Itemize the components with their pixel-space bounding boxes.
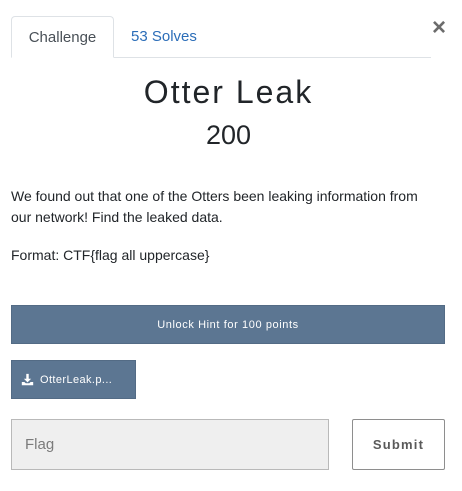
challenge-description: We found out that one of the Otters been… — [11, 188, 418, 225]
flag-input[interactable] — [11, 419, 329, 470]
challenge-modal: × Challenge 53 Solves Otter Leak 200 We … — [0, 0, 462, 491]
challenge-points: 200 — [205, 120, 252, 150]
download-icon — [21, 373, 34, 386]
unlock-hint-label: Unlock Hint for 100 points — [157, 318, 299, 331]
close-icon[interactable]: × — [432, 14, 446, 42]
file-name: OtterLeak.p... — [40, 373, 113, 386]
download-file-button[interactable]: OtterLeak.p... — [11, 360, 136, 399]
flag-format-text: Format: CTF{flag all uppercase} — [11, 247, 210, 263]
submit-button[interactable]: Submit — [352, 419, 445, 470]
tab-challenge[interactable]: Challenge — [11, 16, 114, 58]
tab-solves[interactable]: 53 Solves — [115, 16, 213, 58]
challenge-tabs: Challenge 53 Solves — [11, 16, 431, 58]
unlock-hint-button[interactable]: Unlock Hint for 100 points — [11, 305, 445, 344]
challenge-title: Otter Leak — [143, 74, 314, 110]
